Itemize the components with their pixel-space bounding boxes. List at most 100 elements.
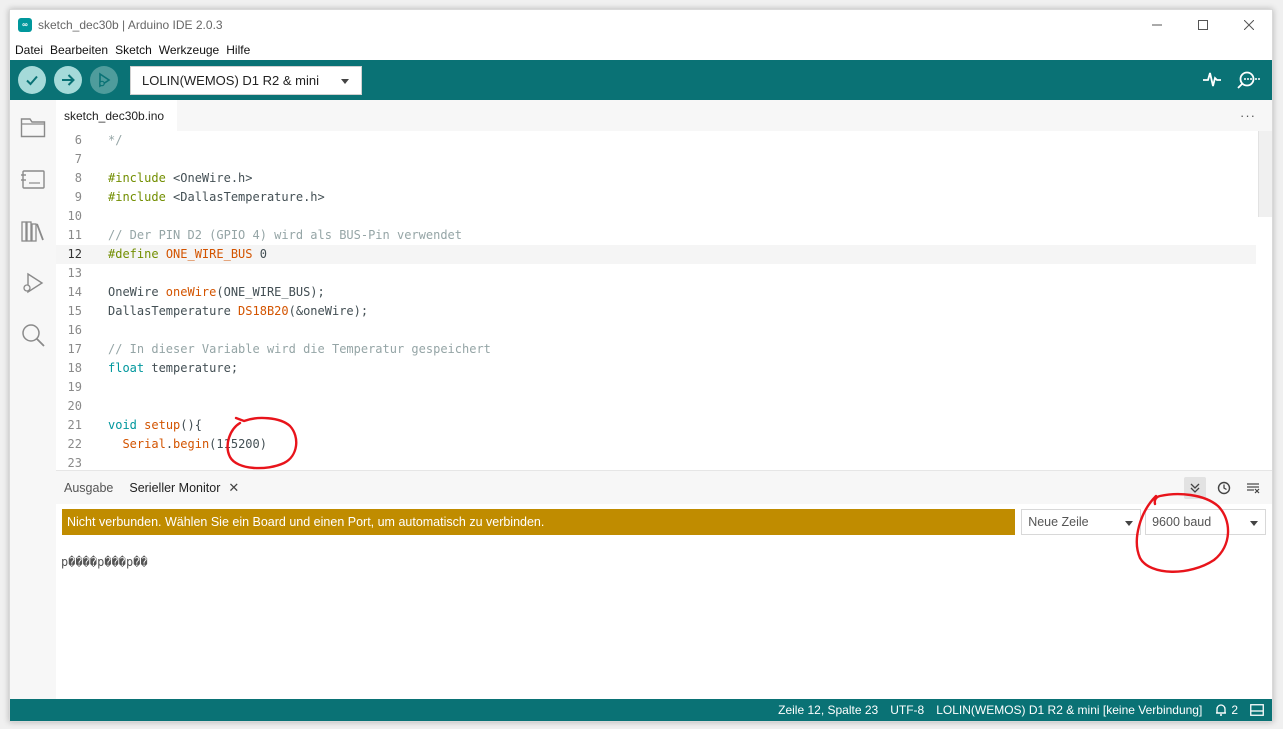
more-actions-icon[interactable]: ··· <box>1240 108 1256 123</box>
file-encoding[interactable]: UTF-8 <box>890 703 924 717</box>
serial-monitor-button[interactable] <box>1236 69 1262 92</box>
code-line[interactable]: 13 <box>56 264 1256 283</box>
window-title: sketch_dec30b | Arduino IDE 2.0.3 <box>38 18 223 32</box>
not-connected-warning: Nicht verbunden. Wählen Sie ein Board un… <box>62 509 1016 535</box>
code-text: void setup(){ <box>108 416 202 435</box>
sketchbook-button[interactable] <box>16 110 50 144</box>
menu-werkzeuge[interactable]: Werkzeuge <box>158 43 225 57</box>
menu-datei[interactable]: Datei <box>14 43 49 57</box>
code-text: #include <OneWire.h> <box>108 169 253 188</box>
code-line[interactable]: 12 #define ONE_WIRE_BUS 0 <box>56 245 1256 264</box>
line-number: 11 <box>67 228 82 242</box>
close-button[interactable] <box>1226 10 1272 40</box>
menu-sketch[interactable]: Sketch <box>114 43 158 57</box>
line-number: 17 <box>67 342 82 356</box>
code-line[interactable]: 15 DallasTemperature DS18B20(&oneWire); <box>56 302 1256 321</box>
code-token: <OneWire.h> <box>165 171 253 185</box>
code-line[interactable]: 22 Serial.begin(115200) <box>56 435 1256 454</box>
code-token: OneWire <box>108 285 166 299</box>
double-chevron-down-icon <box>1190 483 1200 493</box>
baud-rate-select[interactable]: 9600 baud <box>1145 509 1266 535</box>
line-number: 18 <box>67 361 82 375</box>
line-number: 14 <box>67 285 82 299</box>
arduino-logo-icon: ∞ <box>18 18 32 32</box>
menu-bearbeiten[interactable]: Bearbeiten <box>49 43 114 57</box>
activity-sidebar <box>10 100 56 699</box>
board-status[interactable]: LOLIN(WEMOS) D1 R2 & mini [keine Verbind… <box>936 703 1202 717</box>
search-button[interactable] <box>16 318 50 352</box>
code-token: Serial <box>122 437 166 451</box>
chevron-down-icon <box>1125 521 1134 526</box>
code-token: (ONE_WIRE_BUS); <box>216 285 325 299</box>
boards-manager-button[interactable] <box>16 162 50 196</box>
line-ending-value: Neue Zeile <box>1028 515 1089 529</box>
code-text: // In dieser Variable wird die Temperatu… <box>108 340 491 359</box>
serial-monitor-toolbar: Nicht verbunden. Wählen Sie ein Board un… <box>62 509 1266 537</box>
code-line[interactable]: 21 void setup(){ <box>56 416 1256 435</box>
notifications-count: 2 <box>1231 703 1238 717</box>
code-token: ONE_WIRE_BUS <box>165 247 253 261</box>
code-text: float temperature; <box>108 359 238 378</box>
code-line[interactable]: 9 #include <DallasTemperature.h> <box>56 188 1256 207</box>
code-text: DallasTemperature DS18B20(&oneWire); <box>108 302 368 321</box>
code-token: */ <box>108 133 123 147</box>
line-ending-select[interactable]: Neue Zeile <box>1021 509 1142 535</box>
cursor-position[interactable]: Zeile 12, Spalte 23 <box>778 703 878 717</box>
bell-icon <box>1216 704 1227 716</box>
bottom-panel: Ausgabe Serieller Monitor ✕ Nicht verbun… <box>56 470 1272 699</box>
clear-output-button[interactable] <box>1242 477 1264 499</box>
upload-button[interactable] <box>54 66 82 94</box>
code-token: . <box>165 437 174 451</box>
verify-button[interactable] <box>18 66 46 94</box>
code-line[interactable]: 7 <box>56 150 1256 169</box>
board-selector-label: LOLIN(WEMOS) D1 R2 & mini <box>142 72 319 88</box>
timestamp-button[interactable] <box>1213 477 1235 499</box>
arduino-ide-window: ∞ sketch_dec30b | Arduino IDE 2.0.3 Date… <box>9 9 1273 722</box>
code-line[interactable]: 8 #include <OneWire.h> <box>56 169 1256 188</box>
code-token: // In dieser Variable wird die Temperatu… <box>108 342 491 356</box>
code-line[interactable]: 11 // Der PIN D2 (GPIO 4) wird als BUS-Pi… <box>56 226 1256 245</box>
upload-icon <box>62 74 75 86</box>
menu-hilfe[interactable]: Hilfe <box>225 43 256 57</box>
line-number: 16 <box>67 323 82 337</box>
code-editor[interactable]: 6 */ 7 8 #include <OneWire.h> 9 #include <Dall… <box>56 131 1256 470</box>
chevron-down-icon <box>1250 521 1258 526</box>
toggle-panel-button[interactable] <box>1250 704 1264 716</box>
code-token: oneWire <box>165 285 217 299</box>
code-line[interactable]: 20 <box>56 397 1256 416</box>
baud-rate-value: 9600 baud <box>1152 515 1212 529</box>
editor-scrollbar[interactable] <box>1258 131 1272 217</box>
code-token: #include <box>108 171 166 185</box>
code-line[interactable]: 17 // In dieser Variable wird die Tempera… <box>56 340 1256 359</box>
code-line[interactable]: 10 <box>56 207 1256 226</box>
code-line[interactable]: 6 */ <box>56 131 1256 150</box>
minimize-button[interactable] <box>1134 10 1180 40</box>
debug-panel-button[interactable] <box>16 266 50 300</box>
debug-button[interactable] <box>90 66 118 94</box>
status-bar: Zeile 12, Spalte 23 UTF-8 LOLIN(WEMOS) D… <box>10 699 1272 721</box>
chevron-down-icon <box>341 78 349 84</box>
code-line[interactable]: 16 <box>56 321 1256 340</box>
serial-monitor-icon <box>1237 71 1260 89</box>
panel-tabs: Ausgabe Serieller Monitor ✕ <box>56 471 1272 504</box>
library-icon <box>21 221 44 242</box>
code-text: Serial.begin(115200) <box>108 435 267 454</box>
code-line[interactable]: 14 OneWire oneWire(ONE_WIRE_BUS); <box>56 283 1256 302</box>
debug-icon <box>99 72 111 88</box>
tab-sketch-file[interactable]: sketch_dec30b.ino <box>56 100 178 131</box>
maximize-button[interactable] <box>1180 10 1226 40</box>
close-tab-icon[interactable]: ✕ <box>228 480 239 496</box>
autoscroll-button[interactable] <box>1184 477 1206 499</box>
clock-icon <box>1217 481 1231 495</box>
board-selector[interactable]: LOLIN(WEMOS) D1 R2 & mini <box>130 65 362 95</box>
code-line[interactable]: 19 <box>56 378 1256 397</box>
notifications-button[interactable]: 2 <box>1214 703 1238 717</box>
serial-plotter-button[interactable] <box>1202 69 1222 92</box>
library-manager-button[interactable] <box>16 214 50 248</box>
code-token: temperature; <box>144 361 239 375</box>
code-line[interactable]: 18 float temperature; <box>56 359 1256 378</box>
tab-output[interactable]: Ausgabe <box>56 471 121 504</box>
code-token: // Der PIN D2 (GPIO 4) wird als BUS-Pin … <box>108 228 463 242</box>
serial-plotter-icon <box>1203 72 1221 86</box>
tab-serial-monitor[interactable]: Serieller Monitor ✕ <box>121 471 247 504</box>
